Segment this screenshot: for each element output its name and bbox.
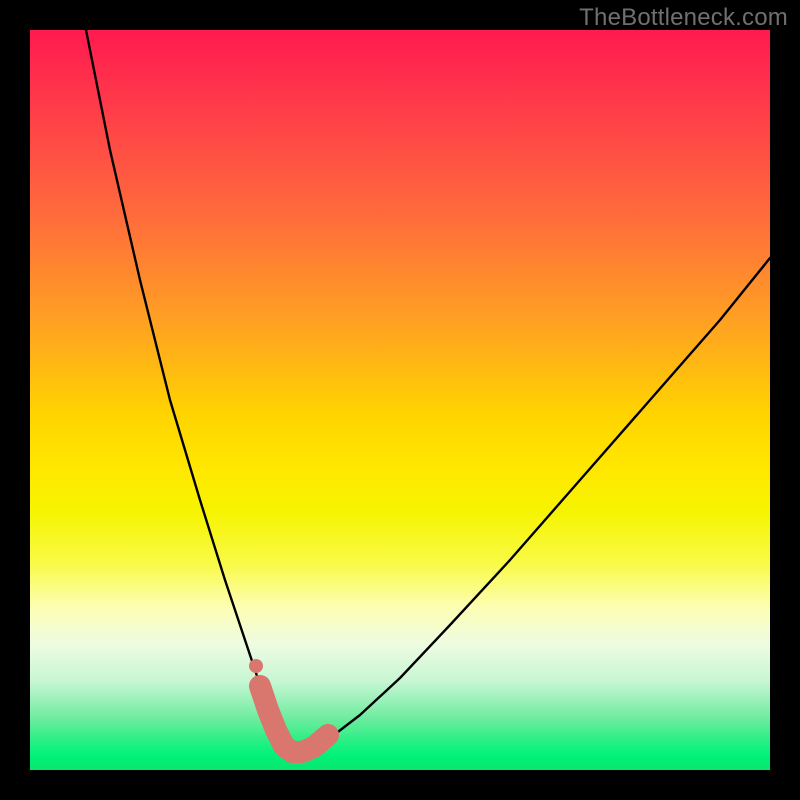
curve-layer	[30, 30, 770, 770]
plot-area	[30, 30, 770, 770]
bottleneck-curve	[86, 30, 770, 755]
watermark-text: TheBottleneck.com	[579, 4, 788, 32]
curve-bottom-highlight	[260, 686, 328, 752]
chart-frame: TheBottleneck.com	[0, 0, 800, 800]
highlight-dot	[249, 659, 263, 673]
